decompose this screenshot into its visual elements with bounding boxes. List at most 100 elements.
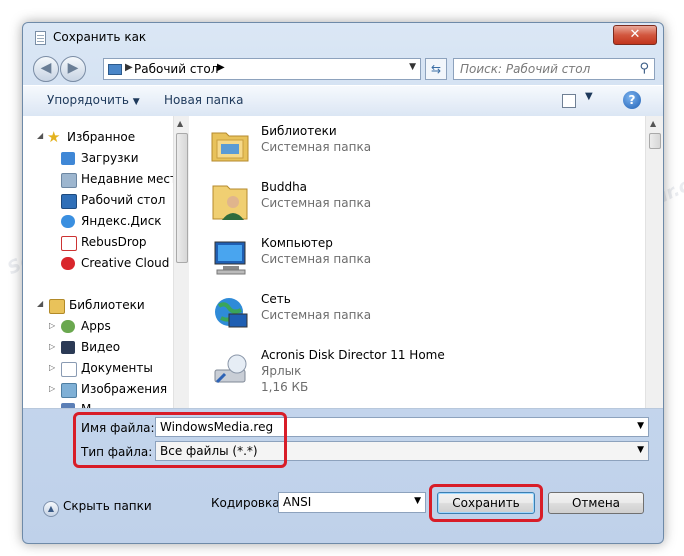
file-list-scrollbar[interactable]: ▲ [645,116,663,408]
file-name: Buddha [261,180,308,194]
encoding-select[interactable]: ANSI ▼ [278,492,426,513]
file-list: Библиотеки Системная папка Buddha Систем… [191,116,643,408]
save-as-dialog: Сохранить как ✕ ◀ ▶ ▶ Рабочий стол ▶ ▼ ⇆… [22,22,664,544]
encoding-label: Кодировка: [211,496,284,510]
scroll-up-icon[interactable]: ▲ [177,119,183,128]
chevron-right-icon[interactable]: ▷ [49,342,55,351]
file-type: Системная папка [261,196,372,210]
notepad-icon [35,31,46,45]
file-type: Системная папка [261,252,372,266]
search-icon[interactable]: ⚲ [639,61,649,76]
chevron-right-icon[interactable]: ▶ [217,62,225,73]
cancel-button[interactable]: Отмена [548,492,644,514]
search-placeholder: Поиск: Рабочий стол [460,62,591,76]
list-item[interactable]: Buddha Системная папка [191,172,631,226]
hide-folders-button[interactable]: Скрыть папки [63,499,152,513]
recent-places-icon [61,173,77,188]
organize-button[interactable]: Упорядочить ▼ [47,93,140,107]
documents-icon [61,362,77,377]
desktop-icon [61,194,77,209]
navigation-scrollbar[interactable]: ▲ [173,116,189,408]
close-button[interactable]: ✕ [613,25,657,45]
refresh-button[interactable]: ⇆ [425,58,447,80]
creative-cloud-icon [61,257,75,270]
network-icon [215,298,248,328]
chevron-right-icon[interactable]: ▷ [49,384,55,393]
refresh-icon: ⇆ [430,62,442,76]
view-options-icon[interactable] [562,94,576,108]
list-item[interactable]: Acronis Disk Director 11 Home Ярлык 1,16… [191,340,631,394]
sidebar-item-label: Apps [81,319,111,333]
chevron-down-icon[interactable]: ◢ [37,299,43,308]
chevron-up-icon[interactable]: ▲ [43,501,59,517]
window-title: Сохранить как [53,30,147,44]
command-bar: Упорядочить ▼ Новая папка ▼ ? [23,85,663,117]
navigation-pane: ◢ ★ Избранное Загрузки Недавние места Ра… [23,116,173,408]
file-name: Компьютер [261,236,333,250]
sidebar-item-label: Видео [81,340,121,354]
apps-icon [61,320,75,333]
desktop-icon [108,64,122,75]
sidebar-item-label: Изображения [81,382,168,396]
libraries-folder-icon [211,132,249,162]
navigation-bar: ◀ ▶ ▶ Рабочий стол ▶ ▼ ⇆ Поиск: Рабочий … [23,53,663,83]
chevron-down-icon[interactable]: ▼ [637,445,644,455]
yandex-disk-icon [61,215,75,228]
forward-button[interactable]: ▶ [60,56,86,82]
scrollbar-thumb[interactable] [649,133,661,149]
chevron-down-icon[interactable]: ▼ [637,421,644,431]
sidebar-item-label: Документы [81,361,153,375]
file-type: Ярлык [261,364,302,378]
chevron-right-icon[interactable]: ▷ [49,321,55,330]
sidebar-item-label: Creative Cloud Fi [81,256,173,270]
new-folder-button[interactable]: Новая папка [164,93,243,107]
search-input[interactable]: Поиск: Рабочий стол ⚲ [453,58,655,80]
back-button[interactable]: ◀ [33,56,59,82]
shortcut-icon [214,354,247,384]
scrollbar-thumb[interactable] [176,133,188,263]
encoding-value: ANSI [283,495,312,509]
back-arrow-icon: ◀ [40,60,52,76]
chevron-right-icon[interactable]: ▷ [49,363,55,372]
file-name: Acronis Disk Director 11 Home [261,348,445,362]
chevron-down-icon[interactable]: ▼ [414,496,421,506]
save-form: Имя файла: WindowsMedia.reg ▼ Тип файла:… [23,409,663,469]
chevron-down-icon[interactable]: ▼ [409,62,416,72]
sidebar-item-label: Яндекс.Диск [81,214,162,228]
sidebar-item-label: Рабочий стол [81,193,166,207]
chevron-down-icon[interactable]: ▼ [585,91,593,102]
dialog-footer: ▲ Скрыть папки Кодировка: ANSI ▼ Сохрани… [23,479,663,539]
scroll-up-icon[interactable]: ▲ [650,119,656,128]
file-name: Сеть [261,292,291,306]
list-item[interactable]: Сеть Системная папка [191,284,631,338]
downloads-icon [61,152,75,165]
file-type: Системная папка [261,140,372,154]
file-size: 1,16 КБ [261,380,309,394]
help-button[interactable]: ? [623,91,641,109]
sidebar-item-label: RebusDrop [81,235,147,249]
star-icon: ★ [47,128,61,146]
sidebar-item-label: Недавние места [81,172,173,186]
folder-icon [61,236,77,251]
file-name: Библиотеки [261,124,337,138]
file-type: Системная папка [261,308,372,322]
chevron-down-icon: ▼ [132,97,140,107]
sidebar-item-label: М [81,402,91,408]
content-area: ◢ ★ Избранное Загрузки Недавние места Ра… [23,116,663,409]
music-icon [61,403,75,408]
chevron-right-icon[interactable]: ▶ [125,62,133,73]
list-item[interactable]: Библиотеки Системная папка [191,116,631,170]
images-icon [61,383,77,398]
address-bar[interactable]: ▶ Рабочий стол ▶ ▼ [103,58,421,80]
organize-label: Упорядочить [47,93,129,107]
list-item[interactable]: Компьютер Системная папка [191,228,631,282]
user-folder-icon [212,185,248,220]
sidebar-item-label: Загрузки [81,151,139,165]
sidebar-item-label: Избранное [67,130,136,144]
address-segment[interactable]: Рабочий стол [134,62,218,76]
title-bar[interactable]: Сохранить как ✕ [23,23,663,51]
highlight-frame [429,484,543,522]
chevron-down-icon[interactable]: ◢ [37,131,43,140]
computer-icon [214,241,246,275]
highlight-frame [73,412,287,468]
